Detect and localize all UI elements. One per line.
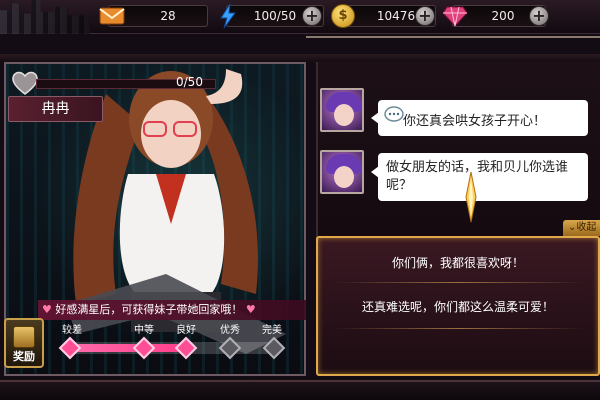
option-divider xyxy=(334,328,584,329)
chat-message: 做女朋友的话，我和贝儿你选谁呢？ xyxy=(378,153,588,201)
speaker-avatar xyxy=(320,150,364,194)
hint-icon-right: ♥ xyxy=(245,303,256,316)
mail-count: 28 xyxy=(160,9,176,23)
level-label-medium: 中等 xyxy=(134,325,154,336)
character-name: 冉冉 xyxy=(8,96,103,122)
bottom-frame xyxy=(0,380,600,400)
add-gold-button[interactable]: + xyxy=(415,6,435,26)
chat-message: 你还真会哄女孩子开心！ xyxy=(378,100,588,136)
affection-text: 0/50 xyxy=(176,75,203,89)
speaker-avatar xyxy=(320,88,364,132)
city-skyline-decoration xyxy=(0,0,90,34)
level-label-excellent: 优秀 xyxy=(220,325,240,336)
hint-icon: ♥ xyxy=(42,303,52,316)
reward-label: 奖励 xyxy=(13,350,35,363)
speech-bubble-icon xyxy=(384,106,404,122)
reward-button[interactable]: 奖励 xyxy=(4,318,44,368)
add-gem-button[interactable]: + xyxy=(529,6,549,26)
reply-option[interactable]: 你们俩，我都很喜欢呀！ xyxy=(318,254,598,271)
collapse-label: 收起 xyxy=(576,222,597,233)
coin-icon: $ xyxy=(331,4,355,28)
hint-text: 好感满星后，可获得妹子带她回家哦！ xyxy=(55,303,243,316)
affection-hint: ♥ 好感满星后，可获得妹子带她回家哦！ ♥ xyxy=(38,300,306,320)
reply-options-panel: 你们俩，我都很喜欢呀！ 还真难选呢，你们都这么温柔可爱！ xyxy=(316,236,600,376)
affection-level-track xyxy=(62,342,282,354)
level-label-good: 良好 xyxy=(176,325,196,336)
option-divider xyxy=(334,282,584,283)
resource-bar: 28 100/50 + 10476 $ + 200 + xyxy=(0,0,600,34)
mail-icon[interactable] xyxy=(98,4,126,28)
avatar-face xyxy=(334,104,354,126)
chat-message-text: 你还真会哄女孩子开心！ xyxy=(403,114,547,129)
loading-cursor-icon xyxy=(465,171,477,223)
level-label-perfect: 完美 xyxy=(262,325,282,336)
chat-header-line xyxy=(306,36,600,58)
lightning-icon xyxy=(220,3,236,29)
treasure-chest-icon xyxy=(13,326,35,348)
gem-icon xyxy=(442,6,468,27)
level-label-poor: 较差 xyxy=(62,325,82,336)
avatar-face xyxy=(334,166,354,188)
reply-option[interactable]: 还真难选呢，你们都这么温柔可爱！ xyxy=(318,298,598,315)
add-stamina-button[interactable]: + xyxy=(302,6,322,26)
collapse-options-button[interactable]: ⌄收起 xyxy=(563,220,600,236)
